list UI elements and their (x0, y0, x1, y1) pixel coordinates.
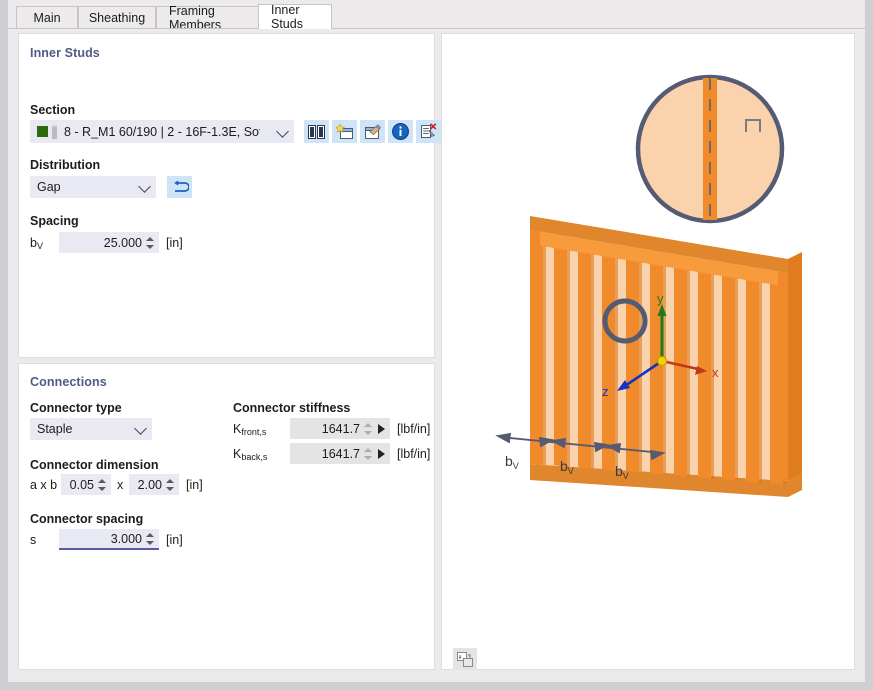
spacing-subscript: V (36, 241, 43, 251)
stiffness-front-value: 1641.7 (321, 421, 360, 436)
connector-dimension-unit: [in] (186, 478, 203, 492)
tab-main[interactable]: Main (16, 6, 78, 29)
section-value: 8 - R_M1 60/190 | 2 - 16F-1.3E, Softwo..… (64, 124, 260, 139)
connections-group-title: Connections (30, 375, 107, 389)
tab-framing-members[interactable]: Framing Members (156, 4, 267, 32)
stiffness-front-unit: [lbf/in] (397, 422, 431, 436)
section-label: Section (30, 103, 76, 117)
connector-dimension-label: Connector dimension (30, 458, 159, 472)
info-icon (392, 123, 409, 140)
delete-section-button[interactable] (416, 120, 441, 143)
wall-model-graphic: y x z bV bV bV (495, 74, 802, 497)
axis-label-y: y (657, 291, 664, 306)
dimension-label-0: bV (505, 453, 519, 471)
connector-spacing-field-label: s (30, 533, 37, 547)
stiffness-front-stepper[interactable] (363, 422, 372, 436)
chevron-down-icon (138, 180, 151, 193)
library-book-icon (308, 124, 325, 139)
connector-dimension-separator: x (117, 478, 124, 492)
reset-arrow-icon (171, 180, 189, 194)
stiffness-row-1-label: Kback,s (233, 447, 267, 462)
chevron-down-icon (276, 124, 289, 138)
spacing-field-label: bV (30, 236, 43, 251)
stiffness-front-expand-icon[interactable] (378, 423, 385, 434)
tab-inner-studs[interactable]: Inner Studs (258, 3, 332, 31)
isometric-view-icon (457, 651, 473, 667)
distribution-reset-button[interactable] (167, 176, 192, 198)
section-combobox[interactable]: 8 - R_M1 60/190 | 2 - 16F-1.3E, Softwo..… (30, 120, 294, 143)
distribution-combobox[interactable]: Gap (30, 176, 156, 198)
connector-dimension-a-stepper[interactable] (97, 478, 106, 492)
stiffness-back-value: 1641.7 (321, 446, 360, 461)
connector-spacing-value: 3.000 (110, 531, 142, 546)
section-shape-icon (52, 124, 57, 139)
stiffness-back-input[interactable]: 1641.7 (290, 443, 390, 464)
tab-framing-members-label: Framing Members (169, 4, 222, 32)
connector-spacing-input[interactable]: 3.000 (59, 529, 159, 550)
axis-label-x: x (712, 365, 719, 380)
connector-dimension-row-label: a x b (30, 478, 58, 492)
distribution-label: Distribution (30, 158, 101, 172)
tab-sheathing[interactable]: Sheathing (78, 6, 156, 29)
tab-inner-studs-label: Inner Studs (271, 3, 303, 31)
edit-section-icon (364, 123, 382, 140)
stiffness-back-unit: [lbf/in] (397, 447, 431, 461)
section-library-button[interactable] (304, 120, 329, 143)
connector-dimension-a-input[interactable]: 0.05 (61, 474, 111, 495)
stiffness-back-stepper[interactable] (363, 447, 372, 461)
inner-studs-panel: Inner Studs Section 8 - R_M1 60/190 | 2 … (18, 33, 441, 358)
connector-dimension-a-value: 0.05 (69, 477, 94, 492)
connector-spacing-label: Connector spacing (30, 512, 144, 526)
spacing-label: Spacing (30, 214, 79, 228)
origin-point (657, 356, 667, 366)
connector-type-value: Staple (37, 422, 73, 436)
spacing-symbol: b (30, 236, 37, 250)
stiffness-front-input[interactable]: 1641.7 (290, 418, 390, 439)
model-viewport[interactable]: y x z bV bV bV (441, 33, 855, 670)
new-section-button[interactable] (332, 120, 357, 143)
spacing-input[interactable]: 25.000 (59, 232, 159, 253)
dialog-window: Main Sheathing Framing Members Inner Stu… (8, 0, 865, 682)
stiffness-row-0-label: Kfront,s (233, 422, 266, 437)
stiffness-back-expand-icon[interactable] (378, 448, 385, 459)
connector-type-combobox[interactable]: Staple (30, 418, 152, 440)
connector-dimension-b-input[interactable]: 2.00 (129, 474, 179, 495)
tab-bar: Main Sheathing Framing Members Inner Stu… (8, 0, 865, 32)
wall-frame (530, 216, 802, 497)
tab-main-label: Main (33, 11, 61, 25)
delete-section-icon (420, 123, 438, 140)
stiffness-row-1-subscript: back,s (241, 452, 268, 462)
connections-panel: Connections Connector type Staple Connec… (18, 363, 435, 670)
section-info-button[interactable] (388, 120, 413, 143)
connector-spacing-unit: [in] (166, 533, 183, 547)
spacing-value: 25.000 (103, 235, 142, 250)
section-color-swatch (37, 126, 48, 137)
chevron-down-icon (134, 422, 147, 435)
detail-zoom-inset (635, 74, 785, 224)
connector-dimension-b-stepper[interactable] (165, 478, 174, 492)
stiffness-row-0-subscript: front,s (241, 427, 267, 437)
connector-spacing-stepper[interactable] (145, 532, 154, 546)
edit-section-button[interactable] (360, 120, 385, 143)
distribution-value: Gap (37, 180, 61, 194)
spacing-unit: [in] (166, 236, 183, 250)
viewport-view-button[interactable] (453, 648, 477, 670)
inner-studs-group-title: Inner Studs (30, 46, 100, 60)
new-section-icon (335, 123, 354, 140)
connector-dimension-b-value: 2.00 (137, 477, 162, 492)
connector-type-label: Connector type (30, 401, 122, 415)
connector-stiffness-label: Connector stiffness (233, 401, 351, 415)
spacing-stepper[interactable] (145, 236, 154, 250)
tab-sheathing-label: Sheathing (88, 11, 146, 25)
axis-label-z: z (602, 384, 609, 399)
